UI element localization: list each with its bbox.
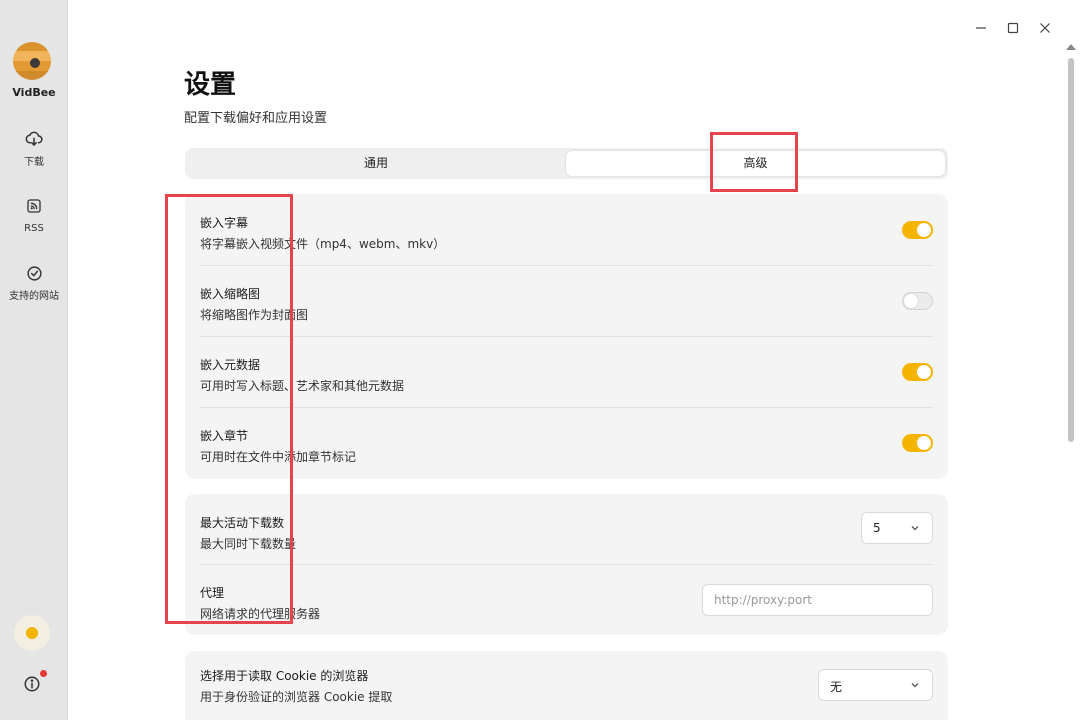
minimize-icon xyxy=(976,27,986,29)
scroll-up-arrow[interactable] xyxy=(1066,44,1076,50)
info-icon[interactable] xyxy=(23,675,41,693)
highlight-box-setting-labels xyxy=(165,194,293,624)
close-icon xyxy=(1040,23,1050,33)
chevron-down-icon xyxy=(911,683,919,688)
setting-label: 选择用于读取 Cookie 的浏览器 xyxy=(200,669,369,683)
download-settings-card: 最大活动下载数 最大同时下载数量 5 代理 网络请求的代理服务器 xyxy=(185,494,948,635)
setting-row-max-downloads: 最大活动下载数 最大同时下载数量 5 xyxy=(185,494,948,565)
chevron-down-icon xyxy=(911,526,919,531)
setting-row-cookie-browser: 选择用于读取 Cookie 的浏览器 用于身份验证的浏览器 Cookie 提取 … xyxy=(185,651,948,720)
sidebar-item-label: 支持的网站 xyxy=(9,291,59,302)
page-title: 设置 xyxy=(184,70,237,100)
setting-row-embed-chapters: 嵌入章节 可用时在文件中添加章节标记 xyxy=(185,407,948,478)
highlight-box-advanced-tab xyxy=(710,132,798,192)
proxy-input[interactable] xyxy=(702,584,933,616)
setting-description: 用于身份验证的浏览器 Cookie 提取 xyxy=(200,690,393,704)
download-icon xyxy=(25,131,43,146)
rss-icon xyxy=(27,199,41,213)
sidebar-item-label: RSS xyxy=(24,223,44,234)
app-name: VidBee xyxy=(12,86,56,99)
embed-chapters-toggle[interactable] xyxy=(902,434,933,452)
sidebar-item-label: 下载 xyxy=(24,157,44,168)
page-subtitle: 配置下载偏好和应用设置 xyxy=(184,111,328,126)
embed-settings-card: 嵌入字幕 将字幕嵌入视频文件（mp4、webm、mkv） 嵌入缩略图 将缩略图作… xyxy=(185,194,948,479)
notification-dot xyxy=(40,670,47,677)
sidebar: VidBee 下载 RSS 支持的网站 xyxy=(0,0,68,720)
setting-row-embed-thumbnail: 嵌入缩略图 将缩略图作为封面图 xyxy=(185,265,948,336)
check-circle-icon xyxy=(26,266,42,281)
embed-thumbnail-toggle[interactable] xyxy=(902,292,933,310)
maximize-icon xyxy=(1007,22,1019,34)
setting-row-embed-metadata: 嵌入元数据 可用时写入标题、艺术家和其他元数据 xyxy=(185,336,948,407)
settings-tabs: 通用 高级 xyxy=(185,148,948,179)
select-value: 无 xyxy=(830,680,843,694)
close-button[interactable] xyxy=(1036,19,1054,37)
cookie-settings-card: 选择用于读取 Cookie 的浏览器 用于身份验证的浏览器 Cookie 提取 … xyxy=(185,651,948,720)
minimize-button[interactable] xyxy=(972,19,990,37)
app-logo xyxy=(13,42,51,80)
embed-subtitles-toggle[interactable] xyxy=(902,221,933,239)
sidebar-item-download[interactable]: 下载 xyxy=(0,130,68,169)
select-value: 5 xyxy=(873,521,881,535)
sidebar-item-rss[interactable]: RSS xyxy=(0,198,68,235)
setting-row-embed-subtitles: 嵌入字幕 将字幕嵌入视频文件（mp4、webm、mkv） xyxy=(185,194,948,265)
tab-general[interactable]: 通用 xyxy=(188,151,564,176)
scrollbar-thumb[interactable] xyxy=(1068,58,1074,442)
sun-icon[interactable] xyxy=(14,615,50,651)
cookie-browser-select[interactable]: 无 xyxy=(818,669,933,701)
sidebar-item-supported-sites[interactable]: 支持的网站 xyxy=(0,265,68,303)
embed-metadata-toggle[interactable] xyxy=(902,363,933,381)
max-downloads-select[interactable]: 5 xyxy=(861,512,933,544)
maximize-button[interactable] xyxy=(1004,19,1022,37)
